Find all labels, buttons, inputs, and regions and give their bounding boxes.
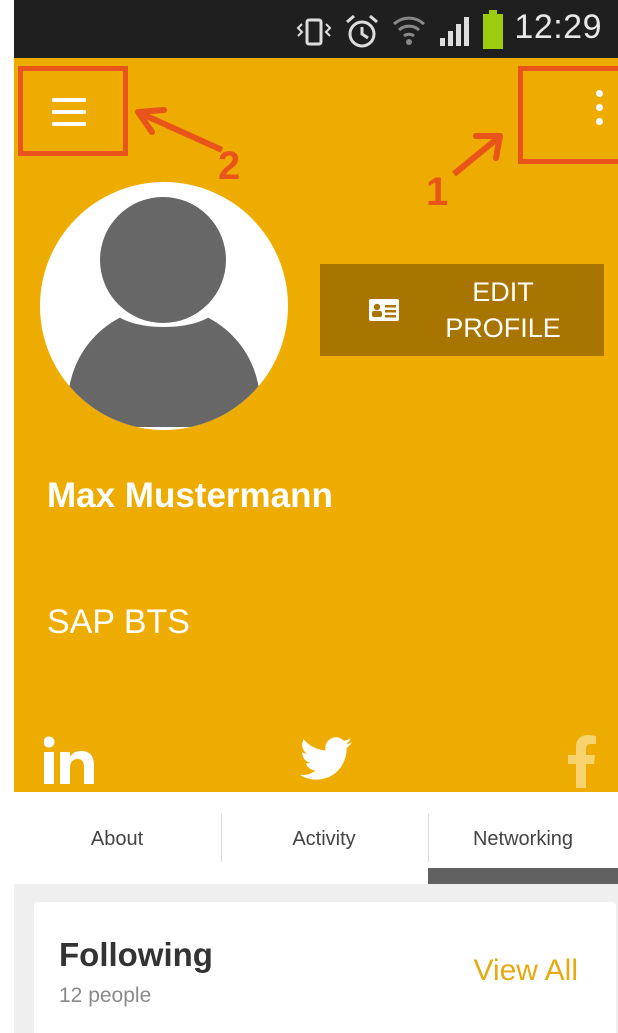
linkedin-icon[interactable] bbox=[44, 736, 96, 784]
callout-box-1 bbox=[518, 66, 618, 164]
id-card-icon bbox=[369, 299, 399, 321]
vibrate-icon bbox=[296, 18, 332, 46]
view-all-link[interactable]: View All bbox=[473, 954, 578, 988]
callout-arrow-1 bbox=[452, 133, 503, 177]
profile-header: 2 1 EDIT PROFILE Max Mustermann SAP BTS bbox=[14, 58, 618, 792]
callout-number-2: 2 bbox=[218, 144, 241, 188]
wifi-icon bbox=[392, 16, 426, 45]
app-screen: 12:29 2 1 EDIT PROFILE Max Mustermann SA… bbox=[14, 0, 618, 1033]
tab-activity[interactable]: Activity bbox=[221, 792, 427, 884]
status-bar: 12:29 bbox=[14, 0, 618, 58]
callout-box-2 bbox=[18, 66, 128, 156]
following-count: 12 people bbox=[59, 984, 152, 1007]
edit-profile-label: EDIT PROFILE bbox=[445, 277, 561, 343]
battery-icon bbox=[483, 10, 503, 49]
clock: 12:29 bbox=[514, 8, 602, 46]
following-title: Following bbox=[59, 936, 213, 973]
avatar[interactable] bbox=[40, 182, 288, 430]
tab-about[interactable]: About bbox=[14, 792, 220, 884]
twitter-icon[interactable] bbox=[300, 736, 352, 782]
facebook-icon[interactable] bbox=[568, 734, 596, 788]
tab-selected-indicator bbox=[428, 868, 618, 884]
following-card: Following 12 people View All bbox=[34, 902, 616, 1033]
edit-profile-button[interactable]: EDIT PROFILE bbox=[320, 264, 604, 356]
alarm-icon bbox=[346, 14, 378, 48]
callout-number-1: 1 bbox=[426, 170, 449, 214]
signal-icon bbox=[440, 17, 469, 46]
profile-company: SAP BTS bbox=[47, 603, 190, 641]
profile-name: Max Mustermann bbox=[47, 476, 333, 515]
